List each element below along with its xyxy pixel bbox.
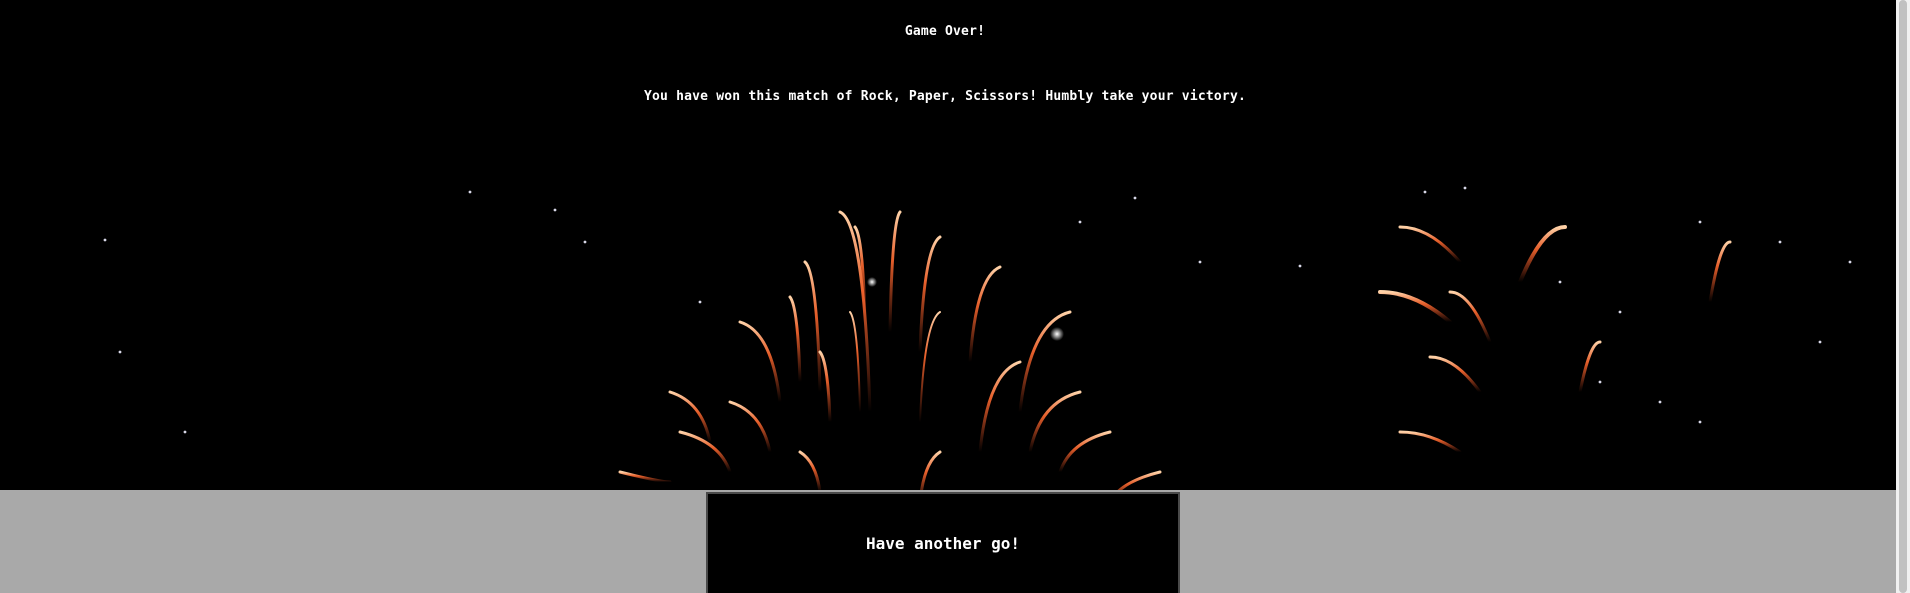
sparkle-dot — [103, 238, 107, 242]
firework-streak — [1448, 290, 1492, 344]
sparkle-dot — [118, 350, 122, 354]
sparkle-dot — [1658, 400, 1662, 404]
sparkle-dot — [1198, 260, 1202, 264]
firework-streak — [803, 260, 822, 394]
play-again-button[interactable]: Have another go! — [706, 492, 1180, 593]
firework-streak — [788, 295, 802, 384]
game-over-screen: Game Over! You have won this match of Ro… — [0, 0, 1910, 593]
firework-streak — [618, 470, 672, 484]
firework-streak — [1028, 390, 1082, 454]
sparkle-dot — [1078, 220, 1082, 224]
firework-streak — [888, 210, 902, 334]
firework-streak — [918, 235, 942, 354]
bright-spark — [867, 277, 877, 287]
firework-streak — [978, 360, 1022, 454]
page-title: Game Over! — [904, 24, 986, 39]
firework-streak — [849, 311, 861, 413]
firework-streak — [798, 450, 822, 490]
firework-streak — [1398, 225, 1462, 264]
sparkle-dot — [1558, 280, 1562, 284]
footer-bar: Have another go! — [0, 490, 1896, 593]
firework-burst-left — [618, 210, 1162, 490]
firework-streak — [920, 450, 942, 490]
sparkle-dot — [1698, 420, 1702, 424]
bright-spark — [1050, 327, 1064, 341]
firework-burst-right — [1378, 225, 1732, 454]
firework-streak — [1398, 430, 1462, 454]
sparkle-dot — [698, 300, 702, 304]
firework-streak — [968, 265, 1002, 364]
sparkle-dot — [1298, 264, 1302, 268]
sparkle-dot — [1778, 240, 1782, 244]
sparkle-dot — [468, 190, 472, 194]
sparkle-dot — [1618, 310, 1622, 314]
sparkle-dot — [583, 240, 587, 244]
firework-streak — [919, 311, 941, 423]
firework-streak — [1378, 290, 1452, 324]
firework-streak — [1578, 340, 1602, 394]
sparkle-dot — [183, 430, 187, 434]
sparkle-dot — [1848, 260, 1852, 264]
firework-streak — [738, 320, 782, 404]
firework-streak — [1058, 430, 1112, 474]
main-content: Game Over! You have won this match of Ro… — [0, 0, 1896, 593]
firework-streak — [1117, 470, 1162, 490]
firework-streak — [728, 400, 772, 454]
sparkle-dot — [1818, 340, 1822, 344]
sparkle-dot — [1463, 186, 1467, 190]
sparkle-dot — [1598, 380, 1602, 384]
fireworks-image — [0, 182, 1896, 490]
firework-streak — [678, 430, 732, 474]
firework-streak — [1018, 310, 1072, 414]
firework-streak — [818, 350, 832, 424]
scrollbar-thumb[interactable] — [1899, 0, 1907, 593]
sparkle-dot — [553, 208, 557, 212]
vertical-scrollbar[interactable] — [1896, 0, 1910, 593]
firework-streak — [1428, 355, 1482, 394]
result-message: You have won this match of Rock, Paper, … — [644, 89, 1246, 104]
sparkle-dot — [1133, 196, 1137, 200]
firework-streak — [1708, 240, 1732, 304]
sparkle-dot — [1698, 220, 1702, 224]
firework-streak — [1518, 225, 1567, 284]
sparkle-dot — [1423, 190, 1427, 194]
